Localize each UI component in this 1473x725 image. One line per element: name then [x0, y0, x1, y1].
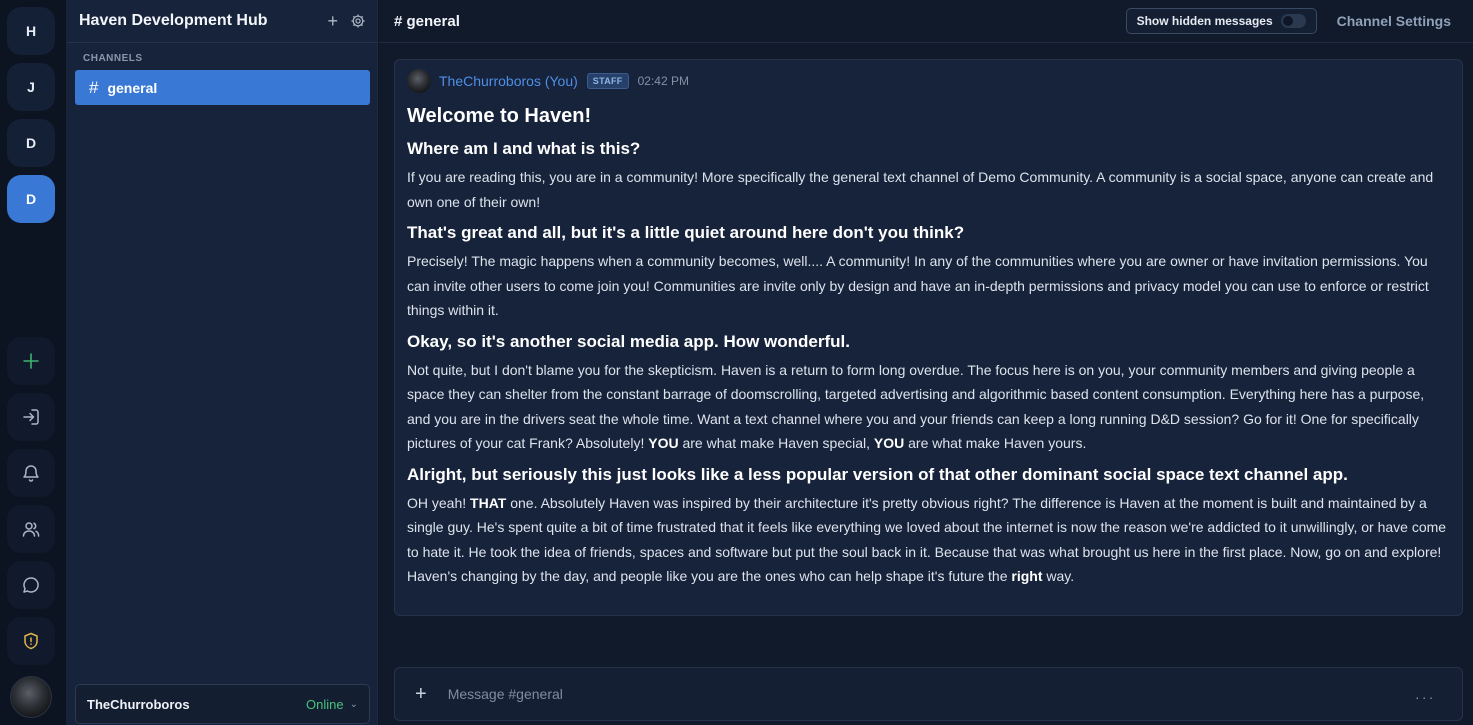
notifications-button[interactable] [7, 449, 55, 497]
current-username: TheChurroboros [87, 696, 190, 712]
join-community-button[interactable] [7, 393, 55, 441]
channel-settings-link[interactable]: Channel Settings [1337, 13, 1451, 29]
direct-messages-button[interactable] [7, 561, 55, 609]
status-label: Online [306, 696, 344, 712]
login-icon [23, 409, 39, 425]
author-avatar[interactable] [407, 69, 431, 93]
plus-icon [23, 353, 39, 369]
section-text: OH yeah! THAT one. Absolutely Haven was … [407, 491, 1450, 589]
channels-section-label: CHANNELS [83, 53, 143, 64]
message-composer: + ... [394, 667, 1463, 721]
channel-header: # general Show hidden messages Channel S… [379, 0, 1473, 43]
add-channel-button[interactable]: + [327, 11, 338, 32]
show-hidden-messages-label: Show hidden messages [1136, 14, 1273, 28]
text-run: are what make Haven yours. [904, 435, 1087, 451]
bold-text: YOU [873, 435, 905, 451]
shield-alert-icon [24, 632, 38, 650]
message-title: Welcome to Haven! [407, 105, 592, 127]
server-button-d-active[interactable]: D [7, 175, 55, 223]
section-text: If you are reading this, you are in a co… [407, 169, 1434, 210]
section-text: Precisely! The magic happens when a comm… [407, 253, 1429, 318]
chat-main: # general Show hidden messages Channel S… [379, 0, 1473, 725]
message-header: TheChurroboros (You) STAFF 02:42 PM [407, 69, 1450, 93]
text-run: are what make Haven special, [678, 435, 874, 451]
attach-button[interactable]: + [415, 683, 427, 706]
chevron-down-icon: ⌄ [349, 698, 358, 710]
toggle-switch[interactable] [1280, 14, 1306, 28]
gear-icon [351, 14, 365, 28]
channel-sidebar: Haven Development Hub + CHANNELS # gener… [67, 0, 378, 725]
status-dropdown[interactable]: Online ⌄ [306, 697, 358, 712]
section-text: Not quite, but I don't blame you for the… [407, 358, 1450, 456]
bold-text: THAT [470, 494, 507, 511]
toggle-knob [1282, 16, 1293, 26]
hash-icon: # [89, 77, 99, 97]
channel-label: general [107, 79, 158, 96]
section-heading: That's great and all, but it's a little … [407, 223, 965, 242]
user-panel: TheChurroboros Online ⌄ [75, 684, 370, 724]
community-settings-button[interactable] [350, 13, 366, 29]
channel-title: # general [394, 12, 460, 30]
moderation-button[interactable] [7, 617, 55, 665]
message-card: TheChurroboros (You) STAFF 02:42 PM Welc… [394, 59, 1463, 616]
message-input[interactable] [447, 686, 1416, 702]
users-icon [22, 522, 40, 537]
user-avatar[interactable] [10, 676, 52, 718]
bold-text: YOU [648, 435, 679, 451]
text-run: one. Absolutely Haven was inspired by th… [407, 494, 1447, 585]
message-body: Welcome to Haven! Where am I and what is… [407, 105, 1450, 589]
message-timestamp: 02:42 PM [637, 74, 689, 88]
section-heading: Where am I and what is this? [407, 139, 641, 158]
bold-text: right [1011, 568, 1043, 584]
friends-button[interactable] [7, 505, 55, 553]
more-options-button[interactable]: ... [1415, 686, 1436, 702]
server-rail: H J D D [0, 0, 67, 725]
bell-icon [23, 465, 39, 482]
server-button-h[interactable]: H [7, 7, 55, 55]
community-header: Haven Development Hub + [67, 0, 378, 43]
add-server-button[interactable] [7, 337, 55, 385]
channel-item-general[interactable]: # general [75, 70, 370, 105]
text-run: OH yeah! [407, 494, 471, 511]
show-hidden-messages-toggle[interactable]: Show hidden messages [1125, 8, 1317, 34]
community-title[interactable]: Haven Development Hub [79, 12, 315, 30]
chat-bubble-icon [23, 577, 39, 593]
section-heading: Alright, but seriously this just looks l… [407, 464, 1348, 484]
message-author[interactable]: TheChurroboros (You) [439, 73, 578, 89]
text-run: way. [1042, 568, 1075, 584]
section-heading: Okay, so it's another social media app. … [407, 331, 850, 351]
server-button-d[interactable]: D [7, 119, 55, 167]
server-button-j[interactable]: J [7, 63, 55, 111]
staff-badge: STAFF [586, 73, 629, 89]
